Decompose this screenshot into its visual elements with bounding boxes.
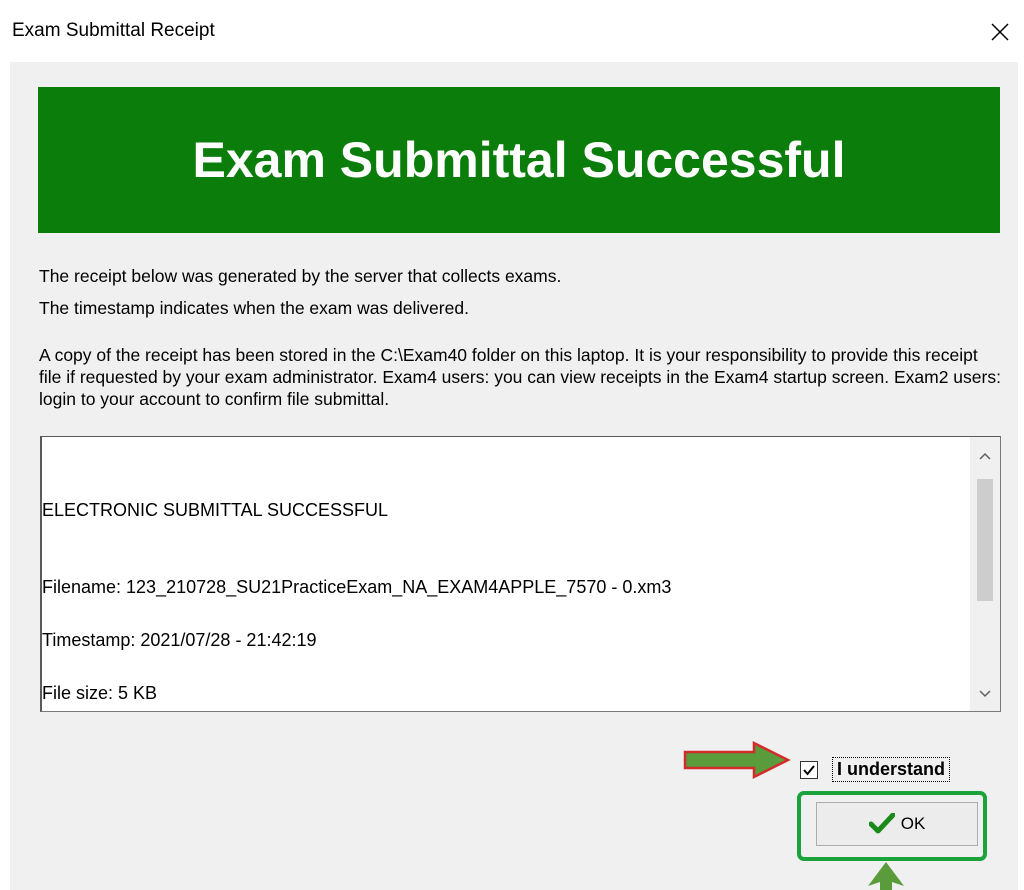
scroll-down-button[interactable] (970, 679, 1000, 709)
close-icon (991, 23, 1009, 41)
ok-label: OK (900, 814, 926, 833)
close-button[interactable] (978, 10, 1022, 54)
vertical-scrollbar[interactable] (970, 437, 1000, 711)
scroll-down-icon (979, 690, 991, 698)
window-title: Exam Submittal Receipt (12, 20, 215, 41)
ok-button[interactable]: OK (816, 802, 978, 846)
checkmark-icon (803, 764, 815, 776)
info-paragraph: A copy of the receipt has been stored in… (39, 345, 1001, 409)
receipt-filename: Filename: 123_210728_SU21PracticeExam_NA… (42, 577, 672, 597)
scroll-up-button[interactable] (970, 441, 1000, 471)
success-banner: Exam Submittal Successful (38, 87, 1000, 233)
acknowledge-label[interactable]: I understand (832, 757, 951, 782)
acknowledge-checkbox-row[interactable]: I understand (800, 757, 951, 782)
receipt-textbox[interactable]: ELECTRONIC SUBMITTAL SUCCESSFUL Filename… (40, 436, 1001, 712)
banner-text: Exam Submittal Successful (192, 132, 846, 188)
ok-check-icon (868, 813, 895, 835)
receipt-status: ELECTRONIC SUBMITTAL SUCCESSFUL (42, 500, 389, 520)
receipt-content: ELECTRONIC SUBMITTAL SUCCESSFUL Filename… (42, 437, 968, 711)
info-line-1: The receipt below was generated by the s… (39, 266, 562, 286)
annotation-arrow-right (683, 740, 791, 780)
title-bar: Exam Submittal Receipt (0, 0, 1024, 62)
acknowledge-checkbox[interactable] (800, 760, 818, 779)
annotation-arrow-up (868, 862, 904, 890)
receipt-timestamp: Timestamp: 2021/07/28 - 21:42:19 (42, 630, 317, 650)
receipt-filesize: File size: 5 KB (42, 683, 158, 703)
scroll-up-icon (979, 452, 991, 460)
scroll-thumb[interactable] (977, 479, 993, 601)
info-line-2: The timestamp indicates when the exam wa… (39, 298, 469, 318)
